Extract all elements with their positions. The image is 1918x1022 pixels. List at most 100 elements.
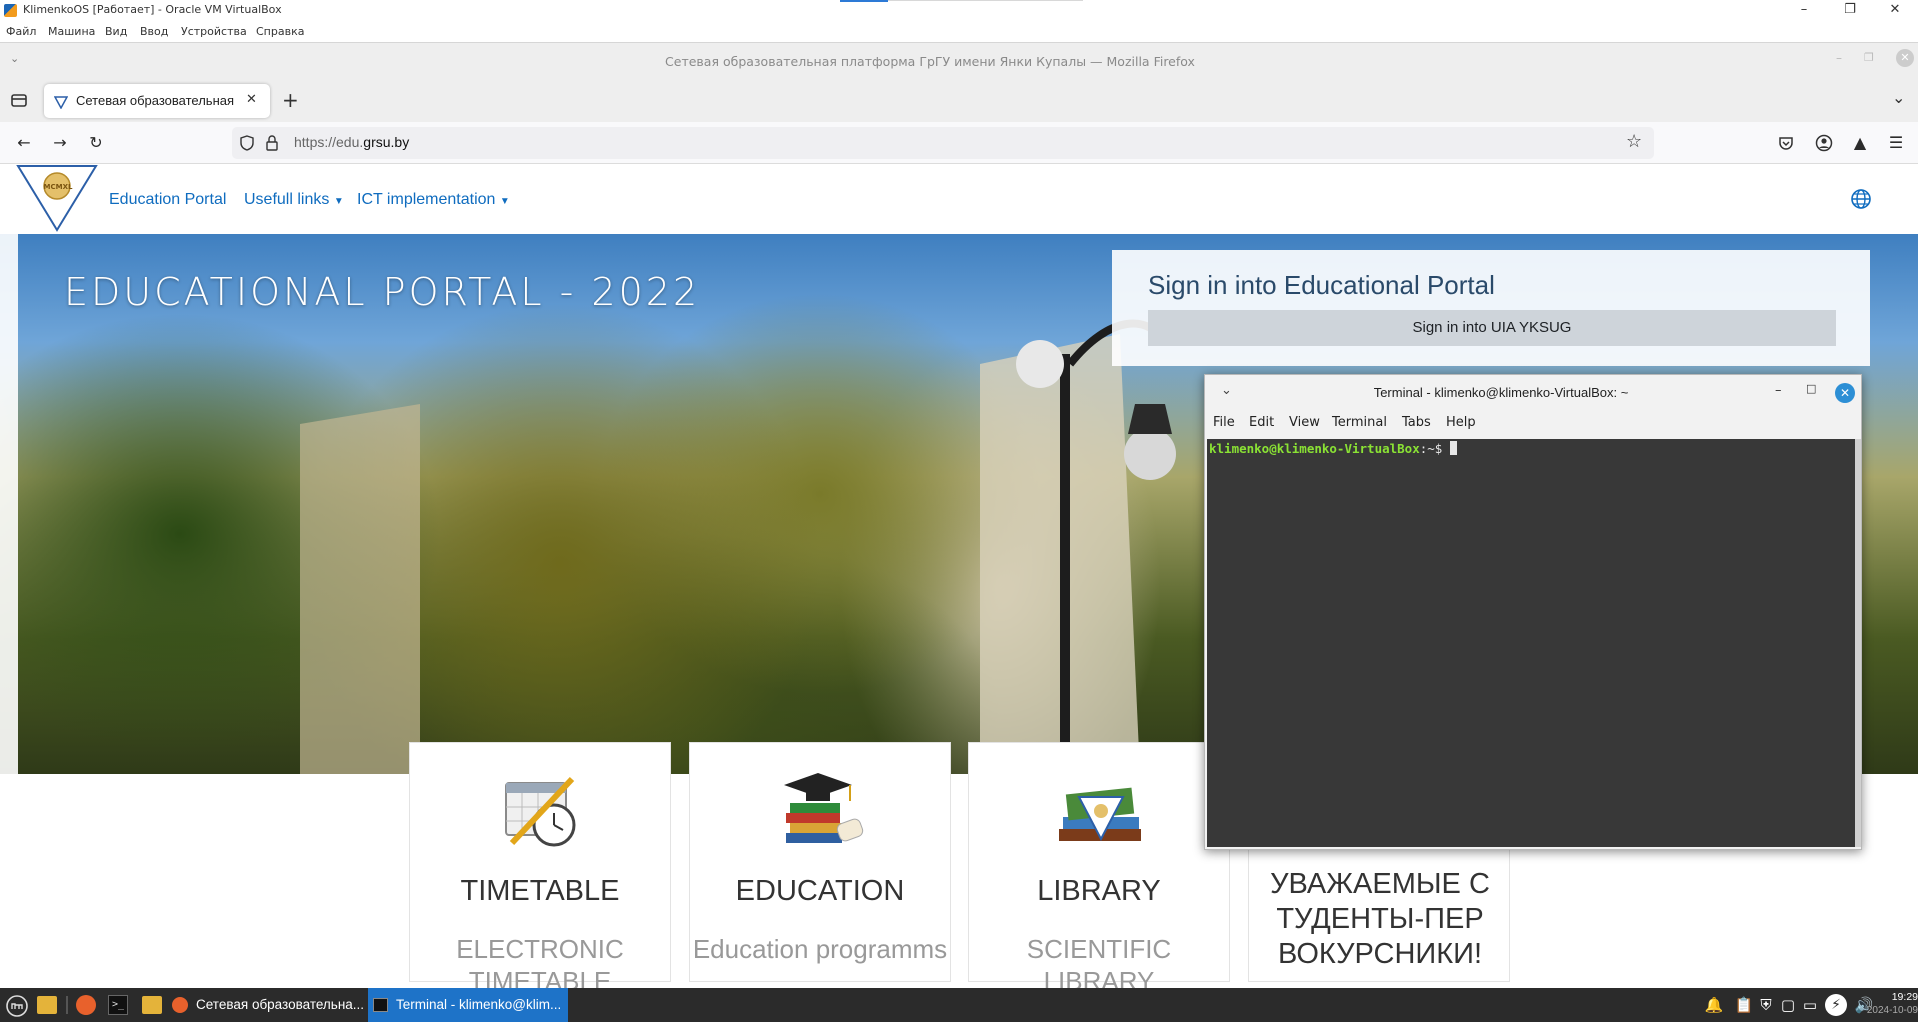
- nav-education-portal[interactable]: Education Portal: [109, 191, 226, 209]
- extensions-icon[interactable]: ▲: [1846, 129, 1874, 157]
- clock-time: 19:29: [1891, 991, 1918, 1003]
- focus-indicator-track: [888, 0, 1083, 1]
- terminal-menu-file[interactable]: File: [1213, 415, 1235, 430]
- menu-input[interactable]: Ввод: [140, 25, 168, 38]
- timetable-icon: [505, 776, 576, 847]
- card-timetable[interactable]: TIMETABLE ELECTRONIC TIMETABLE: [409, 742, 671, 996]
- virtualbox-titlebar: KlimenkoOS [Работает] - Oracle VM Virtua…: [0, 0, 1918, 20]
- url-text[interactable]: https://edu.grsu.by: [294, 134, 409, 150]
- ff-close-icon[interactable]: ✕: [1896, 49, 1914, 67]
- menu-view[interactable]: Вид: [105, 25, 127, 38]
- virtualbox-logo-icon: [4, 4, 17, 17]
- tab-edu-grsu[interactable]: Сетевая образовательная ✕: [44, 84, 270, 118]
- menu-machine[interactable]: Машина: [48, 25, 95, 38]
- focus-indicator: [840, 0, 888, 2]
- firefox-navbar: ← → ↻ https://edu.grsu.by ☆ ▲ ☰: [0, 122, 1918, 164]
- terminal-menubar: File Edit View Terminal Tabs Help: [1205, 411, 1861, 435]
- education-books-icon: [784, 773, 864, 843]
- terminal-menu-terminal[interactable]: Terminal: [1332, 415, 1387, 430]
- taskbar: >_ Сетевая образовательна... Terminal - …: [0, 988, 1918, 1022]
- ff-maximize-icon[interactable]: ❐: [1864, 51, 1874, 64]
- firefox-view-icon[interactable]: [10, 92, 28, 108]
- display-icon[interactable]: ▢: [1778, 995, 1798, 1015]
- reload-icon[interactable]: ↻: [82, 129, 110, 157]
- logo-text: MCMXL: [43, 183, 73, 191]
- terminal-prompt-line: klimenko@klimenko-VirtualBox:~$: [1209, 441, 1457, 456]
- list-tabs-chevron-icon[interactable]: ⌄: [1892, 88, 1905, 107]
- notifications-bell-icon[interactable]: 🔔: [1704, 995, 1724, 1015]
- minimize-icon[interactable]: –: [1781, 0, 1827, 20]
- separator: [66, 996, 68, 1014]
- terminal-menu-edit[interactable]: Edit: [1249, 415, 1274, 430]
- chevron-down-icon: ▼: [499, 196, 510, 207]
- terminal-menu-view[interactable]: View: [1289, 415, 1320, 430]
- clock[interactable]: 19:29 2024-10-09: [1866, 990, 1918, 1018]
- terminal-minimize-icon[interactable]: –: [1775, 383, 1782, 398]
- language-globe-icon[interactable]: [1850, 188, 1872, 210]
- nav-usefull-links[interactable]: Usefull links ▼: [244, 191, 344, 209]
- power-icon[interactable]: ⚡: [1825, 994, 1847, 1016]
- new-tab-icon[interactable]: +: [282, 88, 299, 112]
- terminal-scrollbar[interactable]: [1855, 439, 1861, 847]
- firefox-icon: [172, 997, 188, 1013]
- lock-icon[interactable]: [266, 135, 278, 151]
- card-education[interactable]: EDUCATION Education programms: [689, 742, 951, 982]
- account-icon[interactable]: [1810, 129, 1838, 157]
- menu-file[interactable]: Файл: [6, 25, 36, 38]
- files-launcher-icon[interactable]: [142, 996, 162, 1014]
- terminal-menu-help[interactable]: Help: [1446, 415, 1476, 430]
- restore-icon[interactable]: ❐: [1827, 0, 1873, 20]
- taskbar-terminal-window[interactable]: Terminal - klimenko@klim...: [368, 988, 568, 1022]
- hamburger-menu-icon[interactable]: ☰: [1882, 129, 1910, 157]
- bookmark-star-icon[interactable]: ☆: [1626, 131, 1642, 152]
- taskbar-firefox-window[interactable]: Сетевая образовательна...: [168, 988, 366, 1022]
- firefox-window-title: Сетевая образовательная платформа ГрГУ и…: [665, 54, 1195, 69]
- start-menu-icon[interactable]: [6, 995, 28, 1017]
- menu-help[interactable]: Справка: [256, 25, 304, 38]
- signin-title: Sign in into Educational Portal: [1148, 270, 1495, 300]
- terminal-window[interactable]: ⌄ Terminal - klimenko@klimenko-VirtualBo…: [1204, 374, 1862, 850]
- update-shield-icon[interactable]: ⛨: [1756, 995, 1776, 1015]
- url-bar[interactable]: https://edu.grsu.by ☆: [232, 127, 1654, 159]
- tracking-shield-icon[interactable]: [240, 135, 254, 151]
- terminal-icon: [373, 998, 388, 1012]
- virtualbox-menubar: Файл Машина Вид Ввод Устройства Справка: [0, 20, 1918, 42]
- back-icon[interactable]: ←: [10, 129, 38, 157]
- clipboard-icon[interactable]: 📋: [1734, 995, 1754, 1015]
- terminal-close-icon[interactable]: ✕: [1835, 383, 1855, 403]
- terminal-launcher-icon[interactable]: >_: [108, 995, 128, 1015]
- show-desktop-folder-icon[interactable]: [37, 996, 57, 1014]
- close-icon[interactable]: ✕: [1872, 0, 1918, 20]
- url-prefix: https://edu.: [294, 134, 364, 150]
- menu-devices[interactable]: Устройства: [181, 25, 247, 38]
- card-timetable-title: TIMETABLE: [460, 875, 620, 907]
- terminal-cursor: [1449, 441, 1457, 455]
- chevron-down-icon: ▼: [333, 196, 344, 207]
- terminal-maximize-icon[interactable]: □: [1806, 382, 1816, 395]
- signin-uia-button[interactable]: Sign in into UIA YKSUG: [1148, 310, 1836, 346]
- ff-minimize-icon[interactable]: –: [1836, 51, 1842, 65]
- signin-panel: Sign in into Educational Portal Sign in …: [1112, 250, 1870, 366]
- terminal-menu-tabs[interactable]: Tabs: [1402, 415, 1431, 430]
- clock-date: 2024-10-09: [1866, 1005, 1918, 1016]
- firefox-tabstrip: Сетевая образовательная ✕ + ⌄: [0, 78, 1918, 122]
- battery-icon[interactable]: ▭: [1800, 995, 1820, 1015]
- tab-close-icon[interactable]: ✕: [246, 92, 257, 107]
- url-host: grsu.by: [363, 134, 410, 150]
- taskbar-firefox-label: Сетевая образовательна...: [196, 997, 365, 1012]
- card-first-year-title: УВАЖАЕМЫЕ СТУДЕНТЫ-ПЕРВОКУРСНИКИ!: [1270, 868, 1490, 970]
- firefox-launcher-icon[interactable]: [76, 995, 96, 1015]
- pocket-icon[interactable]: [1772, 129, 1800, 157]
- firefox-titlebar: ⌄ Сетевая образовательная платформа ГрГУ…: [0, 42, 1918, 78]
- prompt-path: :~$: [1419, 441, 1443, 456]
- nav-ict-implementation[interactable]: ICT implementation ▼: [357, 191, 510, 209]
- card-library[interactable]: LIBRARY SCIENTIFIC LIBRARY: [968, 742, 1230, 996]
- library-books-icon: [1059, 787, 1141, 842]
- terminal-output[interactable]: klimenko@klimenko-VirtualBox:~$: [1207, 439, 1855, 847]
- terminal-titlebar: ⌄ Terminal - klimenko@klimenko-VirtualBo…: [1205, 375, 1861, 411]
- forward-icon[interactable]: →: [46, 129, 74, 157]
- nav-ict-label: ICT implementation: [357, 191, 496, 208]
- virtualbox-title: KlimenkoOS [Работает] - Oracle VM Virtua…: [23, 3, 282, 16]
- grsu-logo[interactable]: [16, 164, 98, 232]
- hero-title: EDUCATIONAL PORTAL - 2022: [64, 270, 701, 314]
